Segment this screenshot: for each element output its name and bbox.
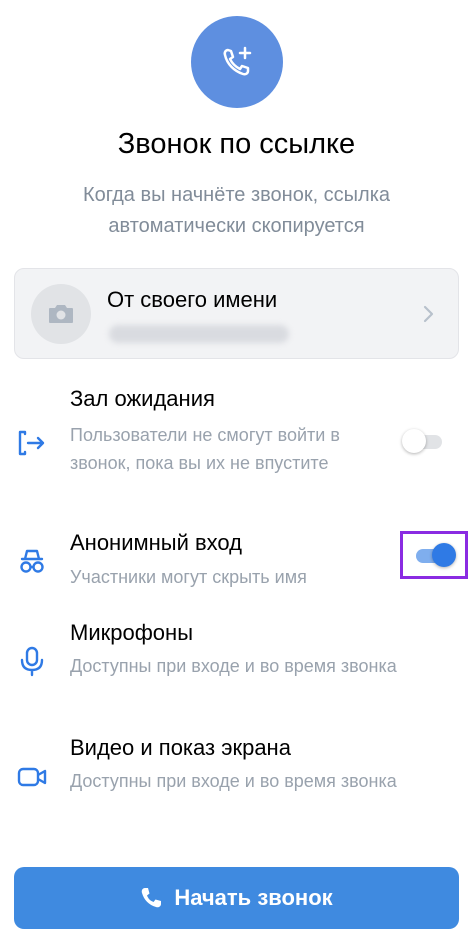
caller-identity-card[interactable]: От своего имени xyxy=(14,268,459,359)
option-description: Доступны при входе и во время звонка xyxy=(70,771,397,791)
option-description: Участники могут скрыть имя xyxy=(70,567,307,587)
option-description: Доступны при входе и во время звонка xyxy=(70,656,397,676)
incognito-icon xyxy=(20,549,44,573)
option-title: Анонимный вход xyxy=(70,530,243,555)
caller-identity-title: От своего имени xyxy=(107,287,278,312)
option-description: Пользователи не смогут войти в звонок, п… xyxy=(70,425,340,473)
blurred-user-name xyxy=(109,325,289,343)
phone-icon xyxy=(142,888,162,908)
highlight-box xyxy=(400,531,468,579)
option-title: Видео и показ экрана xyxy=(70,735,291,760)
chevron-right-icon xyxy=(423,305,434,323)
microphone-icon xyxy=(20,646,44,677)
video-camera-icon xyxy=(17,767,47,787)
start-call-label: Начать звонок xyxy=(174,885,333,910)
door-enter-icon xyxy=(18,430,45,456)
option-title: Зал ожидания xyxy=(70,386,215,411)
page-subtitle: Когда вы начнёте звонок, ссылка автомати… xyxy=(82,184,391,237)
page-title: Звонок по ссылке xyxy=(117,128,356,160)
option-title: Микрофоны xyxy=(70,620,194,645)
phone-add-icon xyxy=(191,16,283,108)
camera-icon xyxy=(31,284,91,344)
waiting-room-toggle[interactable] xyxy=(402,428,446,454)
start-call-button[interactable]: Начать звонок xyxy=(14,867,459,929)
